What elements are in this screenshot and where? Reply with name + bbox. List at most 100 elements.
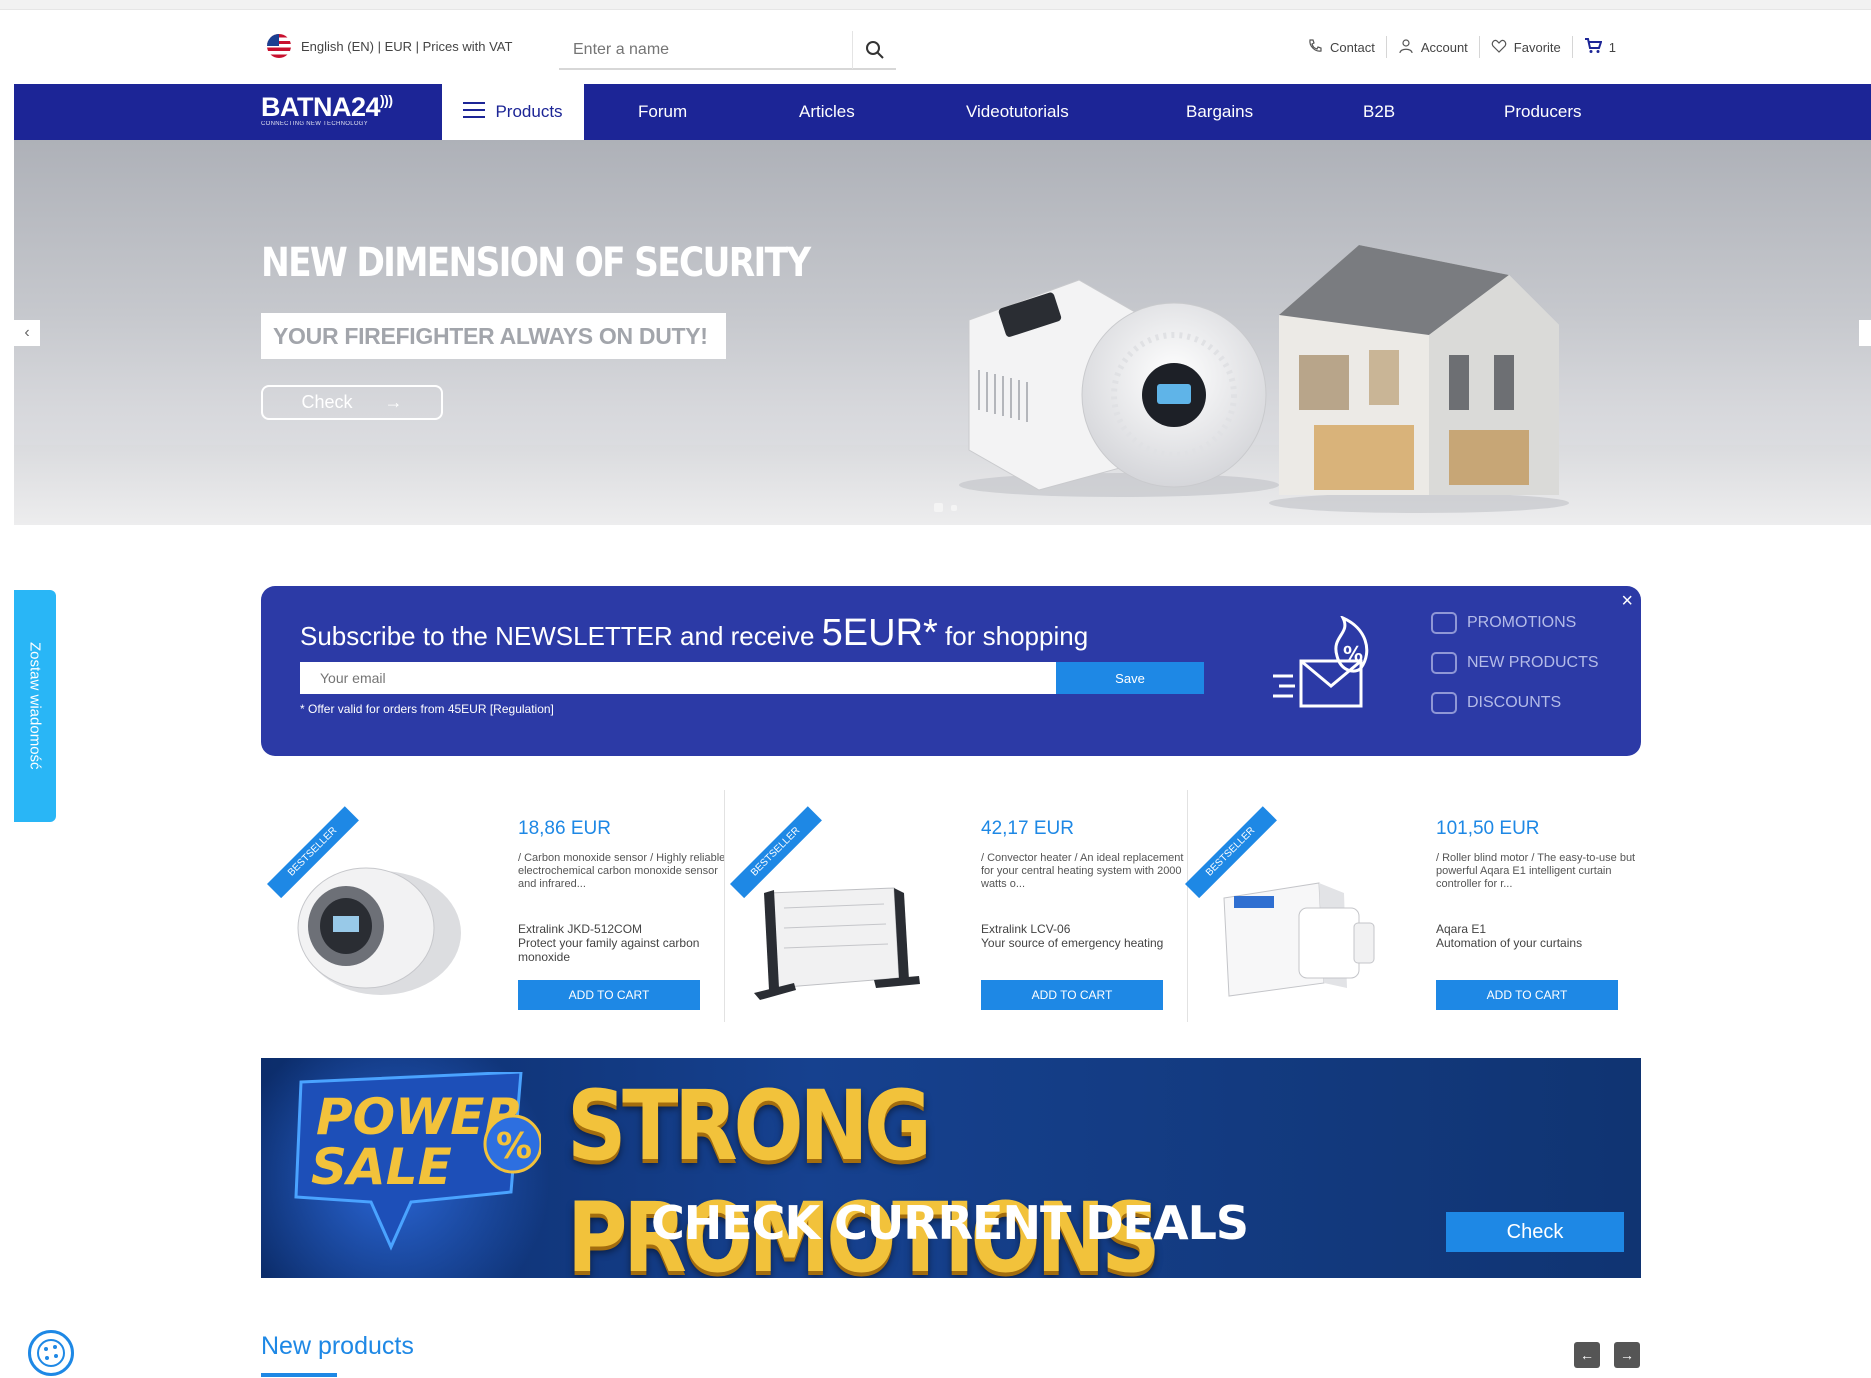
leave-message-label: Zostaw wiadomość — [26, 642, 44, 770]
nav-item-forum[interactable]: Forum — [638, 84, 687, 140]
cart-icon — [1584, 37, 1603, 57]
nav-item-bargains[interactable]: Bargains — [1186, 84, 1253, 140]
browser-top-strip — [0, 0, 1871, 10]
newsletter-heading: Subscribe to the NEWSLETTER and receive … — [300, 612, 1088, 655]
carousel-dots — [934, 503, 957, 512]
perk-discounts: DISCOUNTS — [1431, 692, 1599, 714]
product-name[interactable]: Extralink LCV-06 Your source of emergency… — [981, 922, 1191, 950]
product-price: 101,50 EUR — [1436, 818, 1540, 839]
account-link[interactable]: Account — [1387, 36, 1480, 58]
product-name-text: Aqara E1 — [1436, 922, 1487, 936]
carousel-dot-2[interactable] — [951, 505, 957, 511]
product-card[interactable]: BESTSELLER 18,86 EUR / Carbon monoxide s… — [261, 790, 725, 1022]
hero-check-label: Check — [301, 392, 353, 412]
newsletter-amount: 5EUR* — [821, 612, 938, 654]
hero-check-button[interactable]: Check → — [261, 385, 443, 420]
newsletter-heading-pre: Subscribe to the NEWSLETTER and receive — [300, 621, 822, 651]
search-icon[interactable] — [852, 31, 896, 69]
cart-link[interactable]: 1 — [1573, 36, 1627, 58]
nav-item-b2b[interactable]: B2B — [1363, 84, 1395, 140]
house-image — [1269, 245, 1569, 513]
product-description: / Carbon monoxide sensor / Highly reliab… — [518, 852, 726, 890]
close-icon[interactable]: × — [1621, 590, 1633, 613]
box-icon — [1431, 652, 1457, 674]
power-sale-logo: POWER SALE % — [294, 1072, 541, 1251]
arrow-right-icon: → — [384, 392, 403, 412]
carousel-next-button[interactable] — [1859, 320, 1871, 346]
hero-floor — [14, 445, 1871, 525]
hero-subtitle: YOUR FIREFIGHTER ALWAYS ON DUTY! — [261, 313, 726, 359]
product-card[interactable]: BESTSELLER 42,17 EUR / Convector heater … — [724, 790, 1188, 1022]
next-arrow-icon[interactable]: → — [1614, 1342, 1640, 1368]
product-tagline: Your source of emergency heating — [981, 936, 1164, 950]
product-price: 42,17 EUR — [981, 818, 1074, 839]
locale-selector[interactable]: English (EN) | EUR | Prices with VAT — [267, 34, 512, 58]
nav-item-articles[interactable]: Articles — [799, 84, 855, 140]
add-to-cart-button[interactable]: ADD TO CART — [518, 980, 700, 1010]
user-icon — [1398, 38, 1414, 57]
page: English (EN) | EUR | Prices with VAT Con… — [14, 10, 1871, 1378]
contact-link[interactable]: Contact — [1296, 36, 1387, 58]
newsletter-box: Subscribe to the NEWSLETTER and receive … — [261, 586, 1641, 756]
newsletter-save-button[interactable]: Save — [1056, 662, 1204, 694]
add-to-cart-button[interactable]: ADD TO CART — [981, 980, 1163, 1010]
product-image[interactable] — [261, 798, 501, 1008]
top-bar: English (EN) | EUR | Prices with VAT Con… — [14, 10, 1871, 84]
account-label: Account — [1420, 39, 1468, 55]
perk-new-products-label: NEW PRODUCTS — [1467, 654, 1599, 671]
nav-item-producers[interactable]: Producers — [1504, 84, 1581, 140]
prev-arrow-icon[interactable]: ← — [1574, 1342, 1600, 1368]
product-name-text: Extralink JKD-512COM — [518, 922, 643, 936]
product-description: / Convector heater / An ideal replacemen… — [981, 852, 1184, 890]
envelope-percent-icon: % — [1273, 616, 1369, 708]
logo[interactable]: BATNA24))) CONNECTING NEW TECHNOLOGY — [261, 92, 393, 127]
contact-label: Contact — [1330, 39, 1375, 55]
svg-text:%: % — [1343, 642, 1363, 666]
logo-tagline: CONNECTING NEW TECHNOLOGY — [261, 121, 369, 127]
smoke-detector-image — [959, 279, 1279, 497]
cookie-settings-icon[interactable] — [28, 1330, 74, 1376]
carousel-prev-button[interactable]: ‹ — [14, 320, 40, 346]
favorite-link[interactable]: Favorite — [1480, 36, 1573, 58]
top-links: Contact Account Favorite 1 — [1296, 36, 1627, 58]
product-name-text: Extralink LCV-06 — [981, 922, 1071, 936]
signal-icon: ))) — [380, 92, 393, 108]
main-nav: BATNA24))) CONNECTING NEW TECHNOLOGY Pro… — [14, 84, 1871, 140]
badge-icon — [1431, 612, 1457, 634]
product-card[interactable]: BESTSELLER 101,50 EUR / Roller blind mot… — [1179, 790, 1637, 1022]
product-name[interactable]: Extralink JKD-512COM Protect your family … — [518, 922, 728, 964]
sale-text: SALE — [311, 1138, 452, 1196]
logo-text: BATNA24 — [261, 92, 381, 122]
promo-check-button[interactable]: Check — [1446, 1212, 1624, 1252]
new-products-underline — [261, 1373, 337, 1377]
carousel-dot-1[interactable] — [934, 503, 943, 512]
perk-promotions: PROMOTIONS — [1431, 612, 1599, 634]
favorite-label: Favorite — [1513, 39, 1561, 55]
product-tagline: Automation of your curtains — [1436, 936, 1583, 950]
product-description: / Roller blind motor / The easy-to-use b… — [1436, 852, 1636, 890]
hamburger-icon — [463, 101, 486, 124]
newsletter-email-input[interactable] — [300, 662, 1056, 694]
nav-products-button[interactable]: Products — [442, 84, 584, 140]
product-name[interactable]: Aqara E1 Automation of your curtains — [1436, 922, 1646, 950]
add-to-cart-button[interactable]: ADD TO CART — [1436, 980, 1618, 1010]
heart-icon — [1491, 38, 1507, 57]
nav-products-label: Products — [495, 102, 563, 121]
new-products-title: New products — [261, 1332, 414, 1360]
product-image[interactable] — [1179, 798, 1419, 1008]
promo-banner[interactable]: POWER SALE % STRONG PROMOTIONS CHECK CUR… — [261, 1058, 1641, 1278]
bestseller-products: BESTSELLER 18,86 EUR / Carbon monoxide s… — [261, 790, 1641, 1022]
perk-promotions-label: PROMOTIONS — [1467, 614, 1577, 631]
hero-carousel: NEW DIMENSION OF SECURITY YOUR FIREFIGHT… — [14, 140, 1871, 525]
hero-title: NEW DIMENSION OF SECURITY — [261, 240, 811, 286]
product-price: 18,86 EUR — [518, 818, 611, 839]
leave-message-tab[interactable]: Zostaw wiadomość — [14, 590, 56, 822]
search-input[interactable] — [559, 41, 852, 59]
nav-item-videotutorials[interactable]: Videotutorials — [966, 84, 1069, 140]
cart-tag-icon — [1431, 692, 1457, 714]
us-flag-icon — [267, 34, 291, 58]
percent-text: % — [496, 1126, 532, 1167]
product-image[interactable] — [724, 798, 964, 1008]
locale-text: English (EN) | EUR | Prices with VAT — [301, 38, 513, 54]
search-box — [559, 31, 896, 70]
